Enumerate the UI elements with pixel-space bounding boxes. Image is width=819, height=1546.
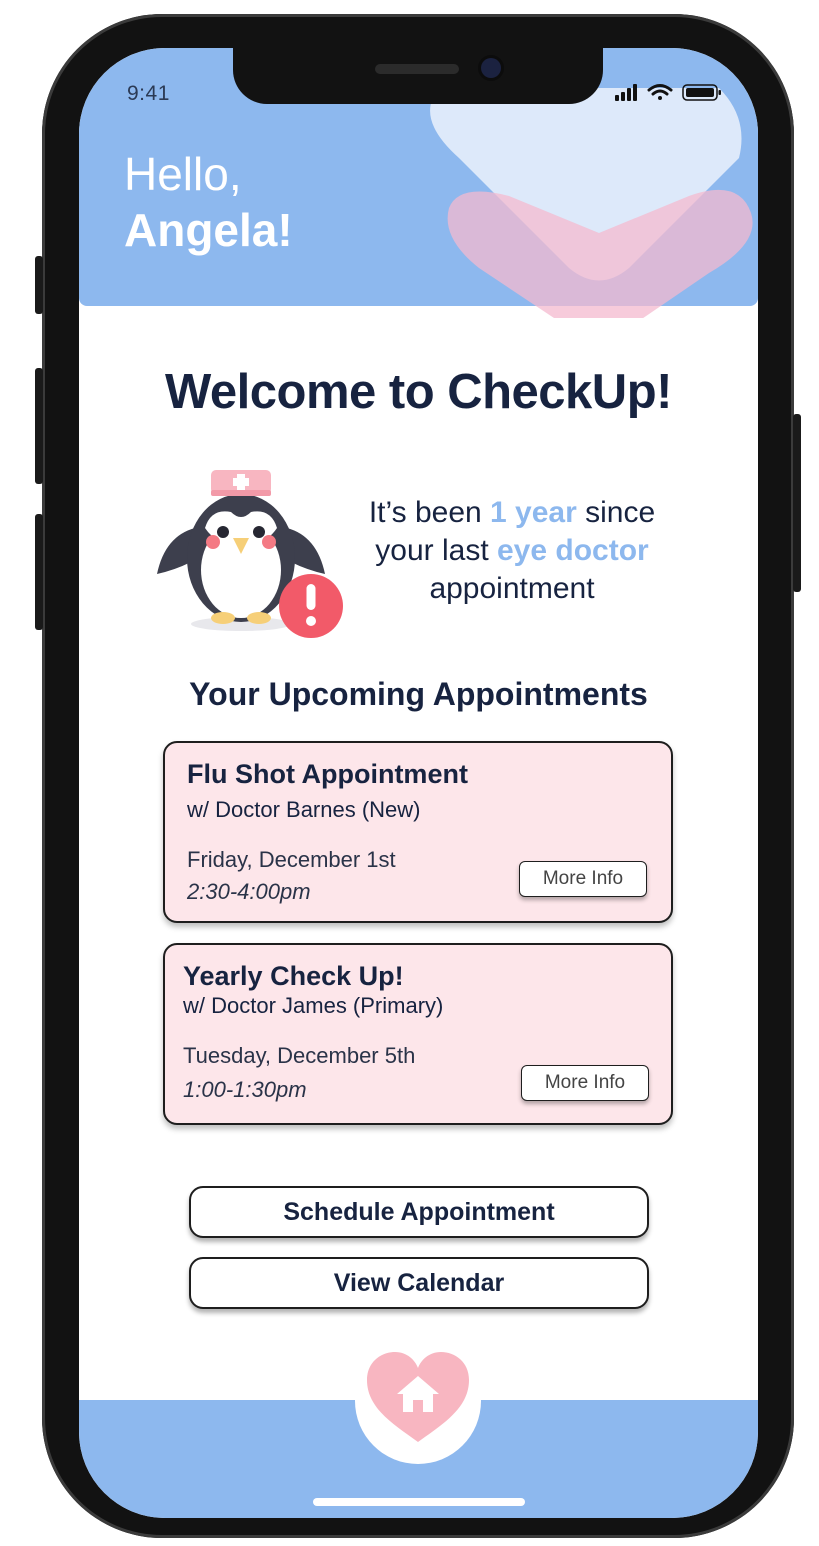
greeting-user-name: Angela! xyxy=(124,204,293,256)
reminder-text-3: appointment xyxy=(429,572,595,605)
reminder-specialty: eye doctor xyxy=(497,534,649,567)
view-calendar-button[interactable]: View Calendar xyxy=(189,1257,649,1309)
appointment-time: 1:00-1:30pm xyxy=(183,1077,307,1102)
side-button-power xyxy=(793,414,801,592)
heart-decoration xyxy=(430,88,753,318)
greeting-line-1: Hello, xyxy=(124,148,242,200)
schedule-appointment-button[interactable]: Schedule Appointment xyxy=(189,1186,649,1238)
more-info-button[interactable]: More Info xyxy=(521,1065,649,1101)
appointment-date: Friday, December 1st xyxy=(187,847,396,872)
appointment-time: 2:30-4:00pm xyxy=(187,879,311,904)
nurse-penguin-icon xyxy=(157,470,343,638)
wifi-icon xyxy=(647,84,673,100)
appointment-date: Tuesday, December 5th xyxy=(183,1043,416,1068)
reminder-message: It’s been 1 year since your last eye doc… xyxy=(341,494,683,608)
status-time: 9:41 xyxy=(127,82,170,105)
speaker-grille xyxy=(375,64,459,74)
app-screen: 9:41 Hello, Angela! Welcome to CheckUp! xyxy=(79,48,758,1518)
front-camera xyxy=(481,58,501,78)
appointment-doctor: w/ Doctor Barnes (New) xyxy=(187,797,421,822)
reminder-text-1: It’s been xyxy=(368,496,491,529)
home-indicator[interactable] xyxy=(313,1498,525,1506)
more-info-button[interactable]: More Info xyxy=(519,861,647,897)
greeting: Hello, Angela! xyxy=(124,146,293,258)
side-button-volume-up xyxy=(35,368,43,484)
side-button-silent xyxy=(35,256,43,314)
side-button-volume-down xyxy=(35,514,43,630)
status-icons xyxy=(615,84,721,101)
exclamation-icon xyxy=(279,574,343,638)
reminder-duration: 1 year xyxy=(490,496,577,529)
notch xyxy=(233,48,603,104)
appointment-title: Flu Shot Appointment xyxy=(187,759,468,789)
upcoming-appointments-title: Your Upcoming Appointments xyxy=(189,676,648,712)
signal-icon xyxy=(615,84,637,101)
appointment-title: Yearly Check Up! xyxy=(183,961,404,991)
appointment-card: Flu Shot Appointment w/ Doctor Barnes (N… xyxy=(163,741,673,923)
welcome-title: Welcome to CheckUp! xyxy=(165,365,672,419)
battery-icon xyxy=(682,84,721,101)
home-icon[interactable] xyxy=(363,1348,473,1448)
appointment-doctor: w/ Doctor James (Primary) xyxy=(183,993,444,1018)
appointment-card: Yearly Check Up! w/ Doctor James (Primar… xyxy=(163,943,673,1125)
